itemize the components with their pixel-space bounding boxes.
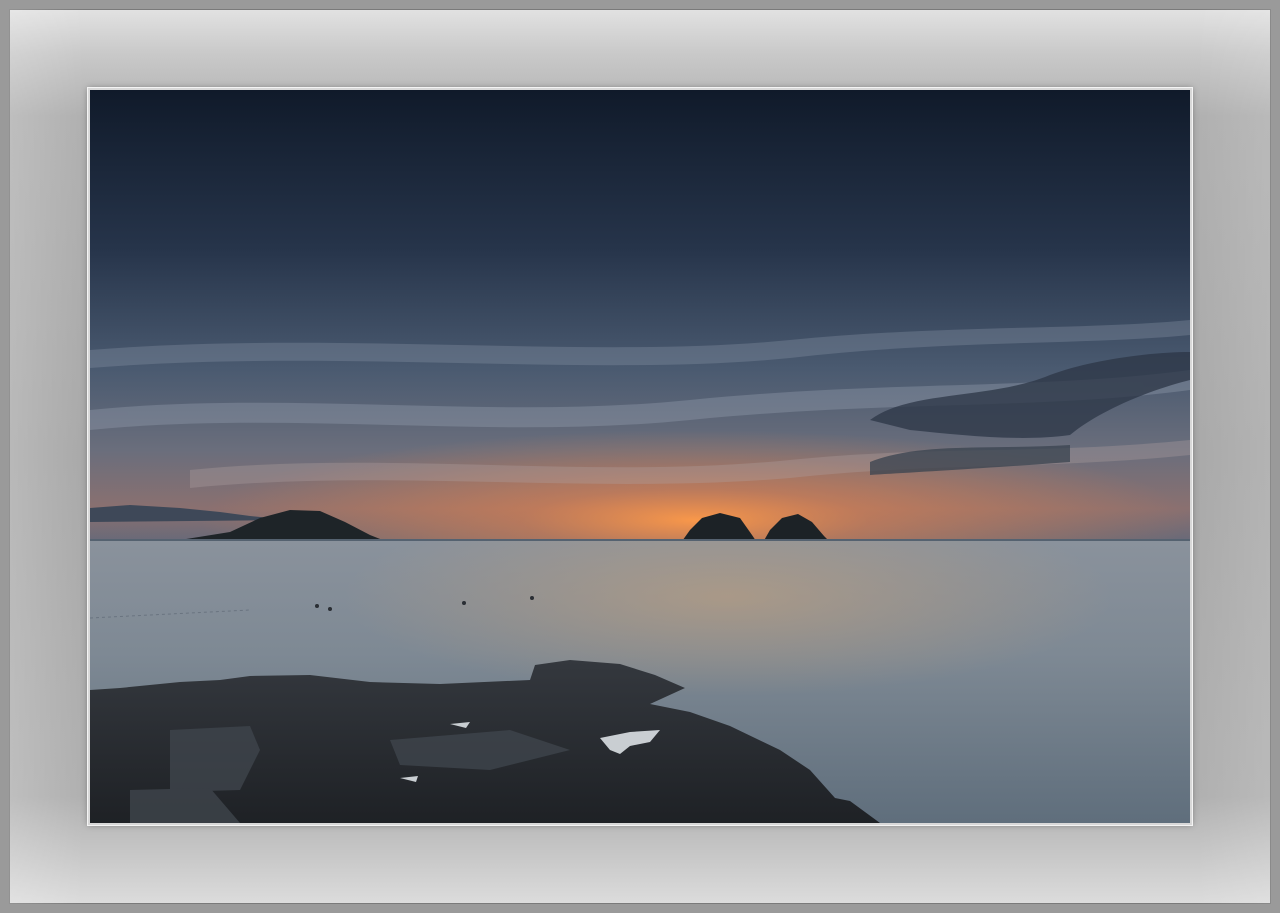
seascape-photo (90, 90, 1190, 823)
picture-frame (0, 0, 1280, 913)
sunset-glow (90, 340, 1190, 540)
